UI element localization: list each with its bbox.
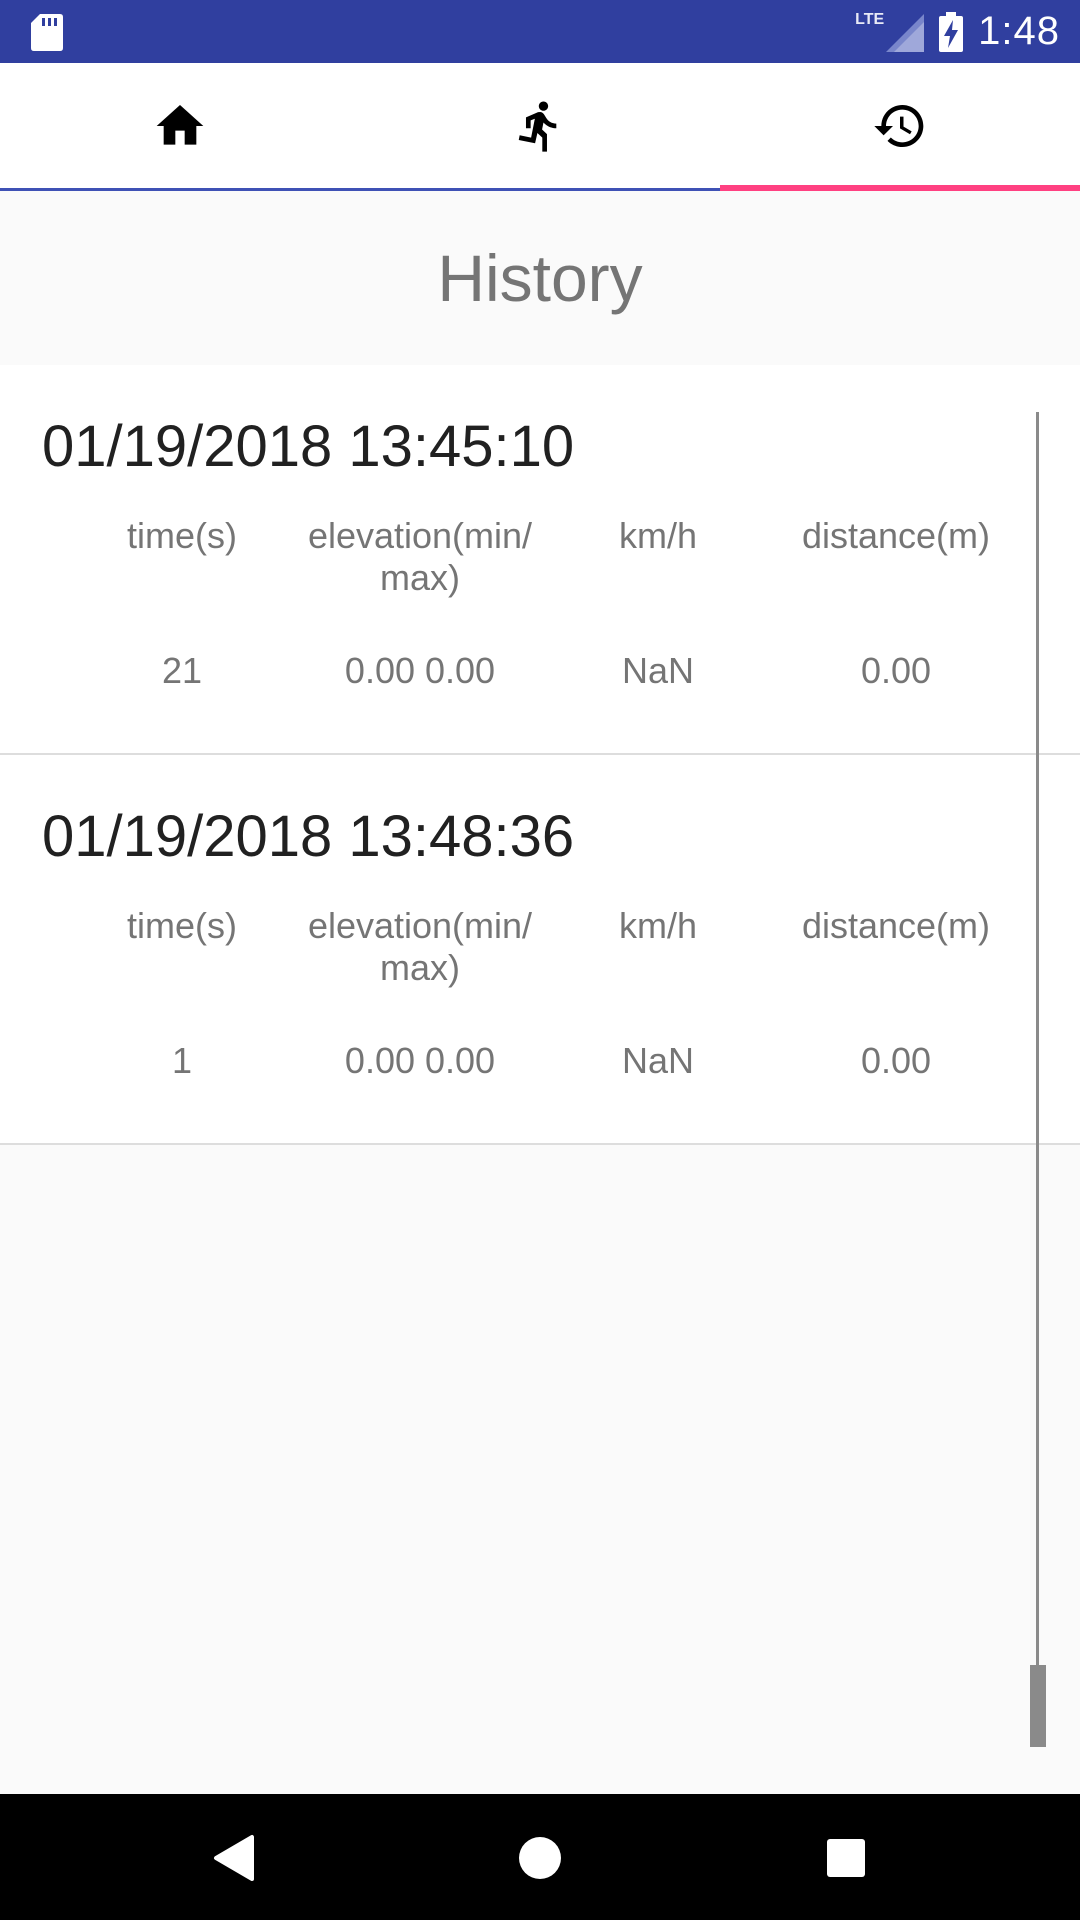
history-entry[interactable]: 01/19/2018 13:48:36 time(s) elevation(mi… [0,755,1080,1145]
home-circle-icon [519,1837,561,1879]
status-bar: LTE 1:48 [0,0,1080,63]
time-value: 21 [161,650,203,691]
elevation-value: 0.00 0.00 [344,1040,496,1081]
cell-signal-icon [886,13,925,52]
tab-bar [0,63,1080,191]
scrollbar-thumb[interactable] [1030,1665,1046,1747]
back-triangle-icon [214,1835,254,1881]
tab-run[interactable] [360,63,720,188]
screen: LTE 1:48 History 01/19/2018 13:45:10 tim… [0,0,1080,1920]
clock: 1:48 [978,9,1060,53]
distance-value: 0.00 [860,1040,932,1081]
time-column-header: time(s) [127,515,237,556]
time-value: 1 [171,1040,193,1081]
selected-tab-indicator [720,185,1080,191]
history-entry[interactable]: 01/19/2018 13:45:10 time(s) elevation(mi… [0,365,1080,755]
status-right: LTE 1:48 [841,0,1060,63]
running-person-icon [518,100,557,152]
entry-date: 01/19/2018 13:45:10 [42,414,575,479]
recent-apps-button[interactable] [818,1830,874,1886]
page-title: History [437,241,643,315]
elevation-column-header: elevation(min/ max) [307,905,533,988]
battery-charging-icon [939,11,964,52]
speed-value: NaN [621,650,695,691]
elevation-column-header: elevation(min/ max) [307,515,533,598]
entry-date: 01/19/2018 13:48:36 [42,804,575,869]
navigation-bar [0,1794,1080,1920]
back-button[interactable] [206,1830,262,1886]
network-type-label: LTE [855,10,885,28]
sd-card-icon [31,14,63,51]
history-list[interactable]: 01/19/2018 13:45:10 time(s) elevation(mi… [0,365,1080,1145]
history-icon [874,104,924,147]
distance-column-header: distance(m) [801,515,991,556]
home-button[interactable] [512,1830,568,1886]
scrollbar-track [1036,412,1039,1747]
tab-history[interactable] [720,63,1080,191]
speed-column-header: km/h [618,905,697,946]
tab-home[interactable] [0,63,360,188]
distance-value: 0.00 [860,650,932,691]
speed-column-header: km/h [618,515,697,556]
elevation-value: 0.00 0.00 [344,650,496,691]
distance-column-header: distance(m) [801,905,991,946]
speed-value: NaN [621,1040,695,1081]
time-column-header: time(s) [127,905,237,946]
home-icon [156,104,204,145]
recent-apps-square-icon [827,1839,865,1877]
